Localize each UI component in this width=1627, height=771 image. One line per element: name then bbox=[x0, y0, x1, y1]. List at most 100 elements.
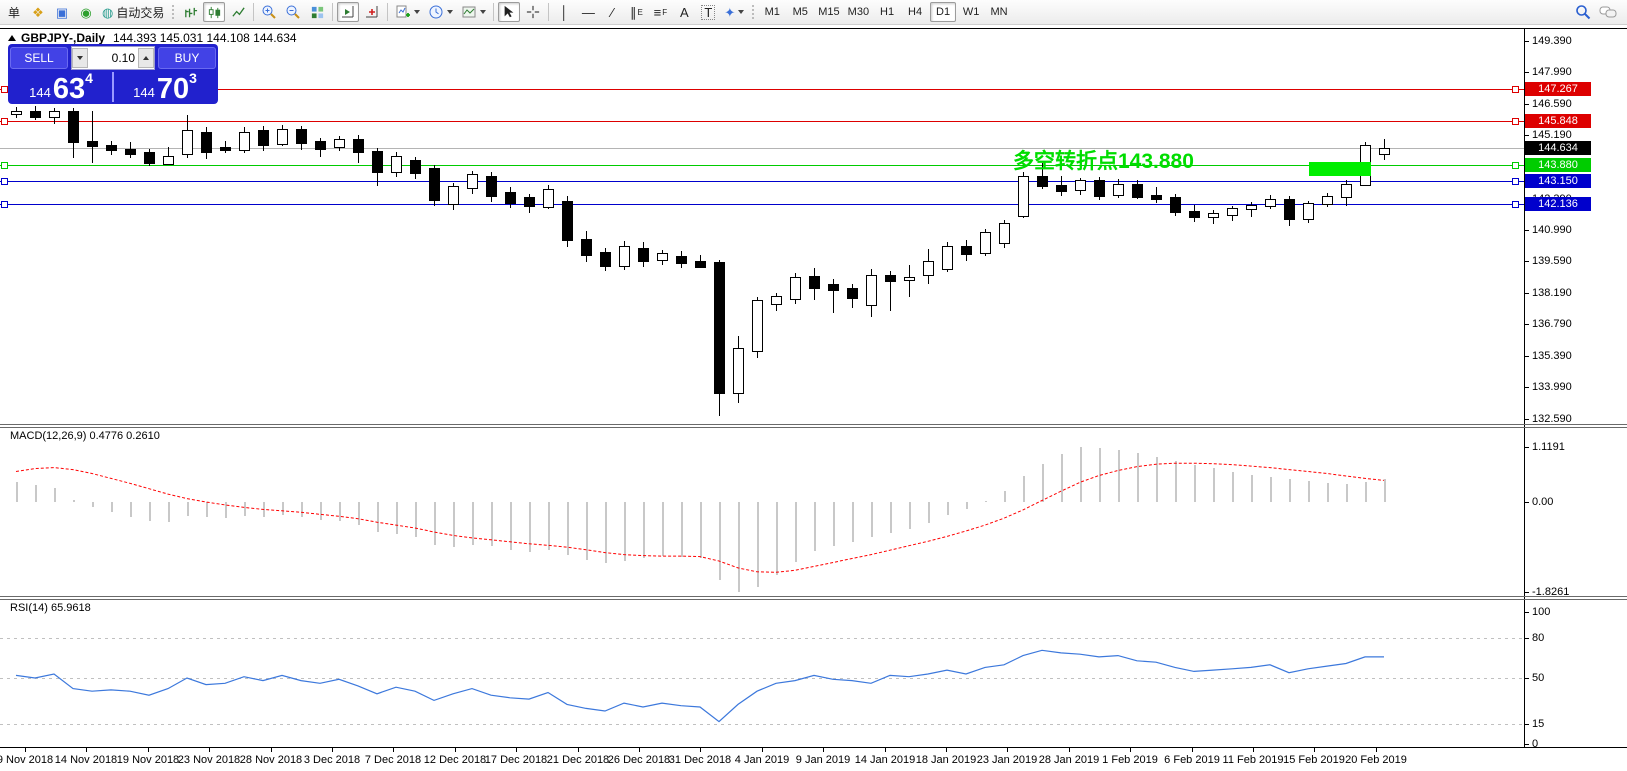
macd-tick-mark bbox=[1524, 592, 1529, 593]
level-handle[interactable] bbox=[1, 178, 8, 185]
buy-price[interactable]: 144 70 3 bbox=[114, 72, 216, 102]
candle-body bbox=[334, 139, 345, 149]
buy-button[interactable]: BUY bbox=[158, 47, 216, 69]
rsi-tick-label: 100 bbox=[1532, 606, 1550, 618]
rsi-tick-label: 0 bbox=[1532, 738, 1538, 750]
highlight-rectangle[interactable] bbox=[1309, 162, 1371, 176]
price-tick-label: 145.190 bbox=[1532, 129, 1572, 141]
candle-body bbox=[1132, 184, 1143, 198]
macd-indicator-label: MACD(12,26,9) 0.4776 0.2610 bbox=[10, 430, 160, 442]
level-handle[interactable] bbox=[1512, 201, 1519, 208]
candle-body bbox=[1151, 195, 1162, 200]
date-axis-line bbox=[0, 747, 1627, 748]
candle-body bbox=[201, 132, 212, 153]
macd-tick-label: -1.8261 bbox=[1532, 586, 1569, 598]
price-level-badge: 144.634 bbox=[1525, 141, 1591, 155]
level-line[interactable] bbox=[0, 89, 1524, 90]
candle-body bbox=[581, 239, 592, 257]
rsi-tick-mark bbox=[1524, 744, 1529, 745]
price-level-badge: 147.267 bbox=[1525, 82, 1591, 96]
price-tick-label: 147.990 bbox=[1532, 66, 1572, 78]
candle-body bbox=[1170, 197, 1181, 213]
pivot-annotation-text[interactable]: 多空转折点143.880 bbox=[1013, 145, 1194, 175]
candle-body bbox=[1037, 176, 1048, 187]
price-tick-mark bbox=[1524, 41, 1529, 42]
candle-body bbox=[543, 189, 554, 208]
level-handle[interactable] bbox=[1, 86, 8, 93]
level-line[interactable] bbox=[0, 204, 1524, 205]
level-handle[interactable] bbox=[1512, 162, 1519, 169]
level-line[interactable] bbox=[0, 181, 1524, 182]
level-line[interactable] bbox=[0, 121, 1524, 122]
candle-body bbox=[410, 160, 421, 174]
level-handle[interactable] bbox=[1, 118, 8, 125]
macd-tick-label: 0.00 bbox=[1532, 496, 1553, 508]
price-tick-label: 149.390 bbox=[1532, 35, 1572, 47]
volume-input[interactable] bbox=[88, 51, 138, 65]
candle-body bbox=[277, 129, 288, 146]
date-tick-mark bbox=[946, 748, 947, 752]
candle-body bbox=[1303, 203, 1314, 221]
level-handle[interactable] bbox=[1, 162, 8, 169]
sell-button[interactable]: SELL bbox=[10, 47, 68, 69]
candle-body bbox=[429, 168, 440, 202]
level-handle[interactable] bbox=[1512, 178, 1519, 185]
chart-area: 149.390147.990146.590145.190143.790142.3… bbox=[0, 0, 1627, 771]
candle-body bbox=[448, 186, 459, 205]
price-tick-mark bbox=[1524, 135, 1529, 136]
candle-body bbox=[1113, 184, 1124, 196]
candle-body bbox=[1227, 208, 1238, 216]
date-tick-mark bbox=[1192, 748, 1193, 752]
date-tick-mark bbox=[271, 748, 272, 752]
buy-price-main: 70 bbox=[157, 76, 189, 102]
price-tick-label: 140.990 bbox=[1532, 224, 1572, 236]
pane-separator[interactable] bbox=[0, 424, 1627, 425]
date-tick-mark bbox=[1314, 748, 1315, 752]
price-tick-mark bbox=[1524, 104, 1529, 105]
candle-body bbox=[30, 111, 41, 119]
rsi-tick-mark bbox=[1524, 612, 1529, 613]
price-level-badge: 142.136 bbox=[1525, 197, 1591, 211]
level-line[interactable] bbox=[0, 165, 1524, 166]
candle-body bbox=[1379, 148, 1390, 155]
candle-body bbox=[467, 174, 478, 190]
level-handle[interactable] bbox=[1, 201, 8, 208]
candle-body bbox=[296, 129, 307, 145]
date-tick-mark bbox=[455, 748, 456, 752]
candle-body bbox=[486, 176, 497, 197]
level-handle[interactable] bbox=[1512, 118, 1519, 125]
candle-body bbox=[809, 276, 820, 289]
price-tick-label: 136.790 bbox=[1532, 318, 1572, 330]
sell-price-prefix: 144 bbox=[29, 85, 51, 100]
candle-body bbox=[1094, 180, 1105, 197]
chart-symbol-label: GBPJPY-,Daily bbox=[21, 31, 105, 45]
price-tick-label: 132.590 bbox=[1532, 413, 1572, 425]
candle-body bbox=[315, 141, 326, 150]
candle-body bbox=[1284, 199, 1295, 220]
one-click-trading-panel: SELL BUY 144 63 4 144 70 3 bbox=[8, 44, 218, 104]
candle-body bbox=[600, 252, 611, 266]
candle-body bbox=[524, 197, 535, 207]
candle-body bbox=[1246, 205, 1257, 210]
date-tick-mark bbox=[1069, 748, 1070, 752]
sell-price[interactable]: 144 63 4 bbox=[10, 72, 114, 102]
candle-body bbox=[125, 149, 136, 156]
rsi-tick-mark bbox=[1524, 638, 1529, 639]
level-handle[interactable] bbox=[1512, 86, 1519, 93]
trade-panel-controls: SELL BUY bbox=[10, 46, 216, 70]
volume-decrease-button[interactable] bbox=[72, 48, 88, 68]
rsi-tick-mark bbox=[1524, 724, 1529, 725]
candle-body bbox=[904, 277, 915, 281]
price-tick-mark bbox=[1524, 261, 1529, 262]
candle-body bbox=[980, 232, 991, 254]
date-tick-mark bbox=[332, 748, 333, 752]
volume-increase-button[interactable] bbox=[138, 48, 154, 68]
candle-body bbox=[1208, 213, 1219, 218]
candle-body bbox=[353, 139, 364, 153]
rsi-tick-label: 50 bbox=[1532, 672, 1544, 684]
candle-body bbox=[1322, 196, 1333, 205]
chart-title-row: GBPJPY-,Daily 144.393 145.031 144.108 14… bbox=[8, 31, 297, 45]
candle-body bbox=[562, 201, 573, 241]
date-tick-mark bbox=[1130, 748, 1131, 752]
candle-body bbox=[1056, 185, 1067, 193]
